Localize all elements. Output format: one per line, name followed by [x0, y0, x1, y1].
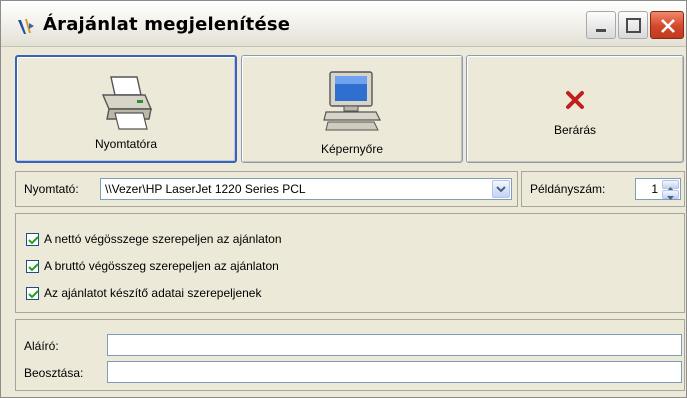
copies-decrement-button[interactable] [662, 190, 679, 200]
screen-button-label: Képernyőre [320, 142, 384, 156]
printer-icon [101, 76, 153, 130]
option-gross-total-checkbox[interactable] [26, 260, 39, 273]
check-icon [28, 263, 39, 272]
maximize-icon [626, 18, 641, 33]
copies-stepper[interactable]: 1 [635, 178, 681, 200]
chevron-down-icon [496, 186, 506, 193]
option-author-data-checkbox[interactable] [26, 287, 39, 300]
printer-dropdown-button[interactable] [492, 180, 510, 198]
print-button-label: Nyomtatóra [94, 137, 158, 151]
signer-label: Aláíró: [24, 339, 59, 353]
maximize-button[interactable] [618, 11, 648, 39]
options-panel: A nettó végösszege szerepeljen az ajánla… [15, 213, 685, 313]
minimize-icon [596, 29, 606, 32]
printer-label: Nyomtató: [24, 182, 79, 196]
copies-value: 1 [651, 182, 658, 196]
check-icon [28, 236, 39, 245]
check-icon [28, 290, 39, 299]
cancel-button-label: Berárás [553, 123, 597, 137]
printer-panel: Nyomtató: \\Vezer\HP LaserJet 1220 Serie… [15, 171, 518, 207]
position-input[interactable] [107, 361, 682, 383]
app-icon [18, 19, 34, 34]
window-title: Árajánlat megjelenítése [43, 14, 291, 35]
copies-label: Példányszám: [530, 182, 606, 196]
dialog-window: Árajánlat megjelenítése Nyomtatóra Képer… [0, 0, 687, 398]
printer-select[interactable]: \\Vezer\HP LaserJet 1220 Series PCL [100, 178, 512, 200]
minimize-button[interactable] [586, 11, 616, 39]
monitor-icon [323, 71, 381, 131]
option-net-total-label: A nettó végösszege szerepeljen az ajánla… [44, 232, 282, 246]
close-button[interactable] [650, 11, 684, 39]
print-button[interactable]: Nyomtatóra [15, 55, 237, 163]
close-icon [661, 19, 675, 33]
option-gross-total-label: A bruttó végösszeg szerepeljen az ajánla… [44, 259, 279, 273]
chevron-down-icon [667, 196, 674, 200]
printer-value: \\Vezer\HP LaserJet 1220 Series PCL [105, 182, 306, 196]
option-net-total-checkbox[interactable] [26, 233, 39, 246]
close-x-icon [566, 91, 584, 109]
option-author-data-label: Az ajánlatot készítő adatai szerepeljene… [44, 286, 262, 300]
signer-panel: Aláíró: Beosztása: [15, 319, 685, 391]
cancel-button[interactable]: Berárás [466, 55, 684, 163]
copies-panel: Példányszám: 1 [521, 171, 685, 207]
copies-increment-button[interactable] [662, 180, 679, 191]
position-label: Beosztása: [24, 366, 84, 380]
signer-input[interactable] [107, 334, 682, 356]
title-bar[interactable]: Árajánlat megjelenítése [1, 1, 686, 47]
screen-button[interactable]: Képernyőre [241, 55, 463, 163]
